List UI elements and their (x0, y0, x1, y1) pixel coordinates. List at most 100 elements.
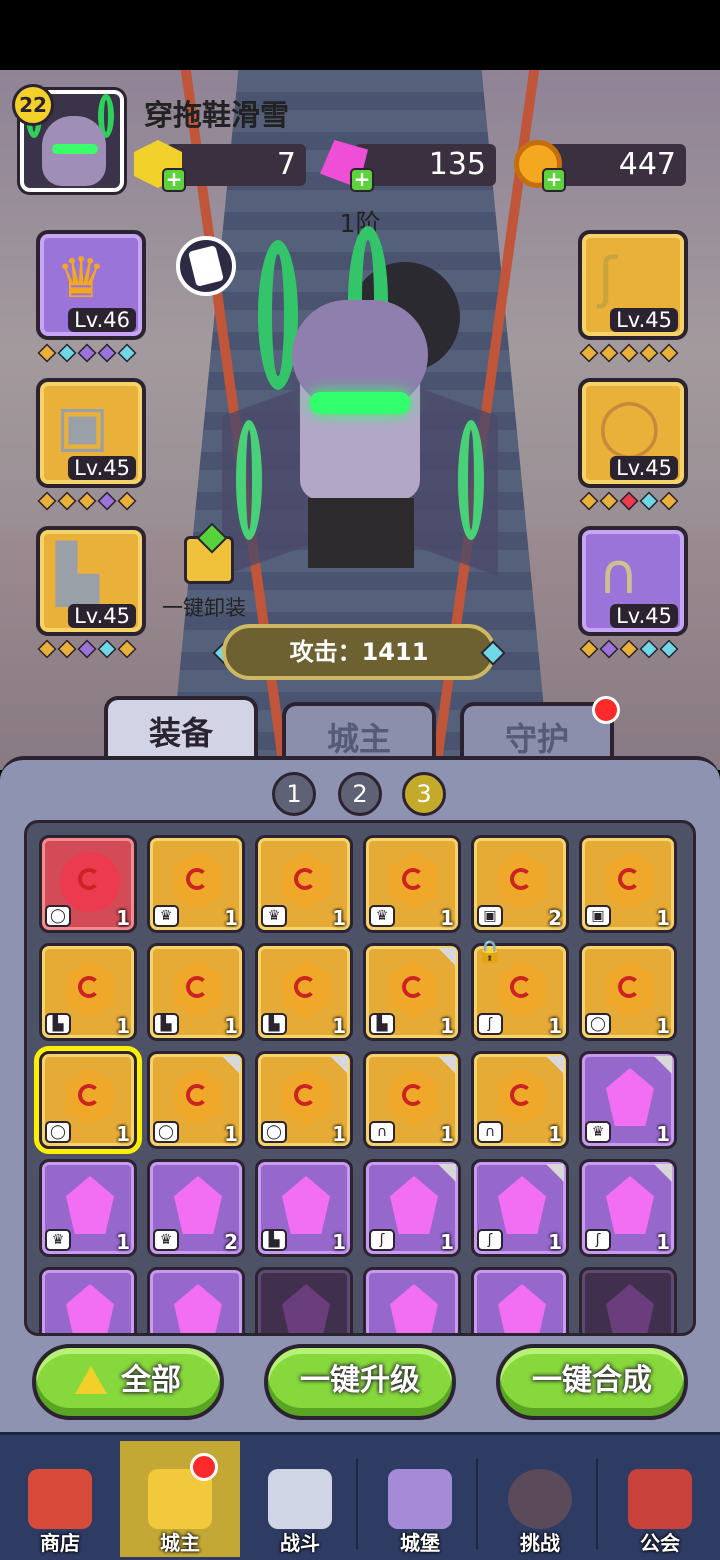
inventory-item[interactable]: ▣ 2 (471, 835, 569, 933)
inventory-item[interactable]: ▙ 1 (363, 943, 461, 1041)
swirl-icon (294, 868, 316, 890)
staff-icon: ʃ (598, 246, 617, 311)
item-count: 1 (332, 1122, 346, 1146)
hero-blade (236, 420, 262, 540)
inventory-item[interactable]: ▙ 1 (147, 943, 245, 1041)
ring-icon: ◯ (153, 1121, 179, 1143)
gem-icon (498, 1176, 546, 1234)
armor-icon: ▣ (477, 905, 503, 927)
inventory-item[interactable]: ∩ 1 (363, 1051, 461, 1149)
swirl-icon (402, 1084, 424, 1106)
hero-eyes (310, 392, 410, 414)
crown-icon: ♛ (56, 246, 107, 311)
add-gold-gem-button[interactable]: + (162, 168, 186, 192)
add-gold-coin-button[interactable]: + (542, 168, 566, 192)
item-count: 1 (224, 906, 238, 930)
gem-icon (498, 1284, 546, 1333)
slot-ring[interactable]: ◯ Lv.45 (578, 378, 688, 488)
slot-staff[interactable]: ʃ Lv.45 (578, 230, 688, 340)
scroll-icon[interactable] (176, 236, 236, 296)
inventory-item[interactable]: ◯ 1 (147, 1051, 245, 1149)
hero-horn (258, 240, 298, 390)
crown-icon: ♛ (153, 905, 179, 927)
inventory-item[interactable]: ◯ 1 (579, 943, 677, 1041)
inventory-item[interactable]: ♛ 1 (579, 1051, 677, 1149)
add-pink-gem-button[interactable]: + (350, 168, 374, 192)
page-3-button[interactable]: 3 (402, 772, 446, 816)
inventory-item[interactable]: ♛ 1 (255, 835, 353, 933)
page-2-button[interactable]: 2 (338, 772, 382, 816)
slot-crown[interactable]: ♛ Lv.46 (36, 230, 146, 340)
slot-boots[interactable]: ▙ Lv.45 (36, 526, 146, 636)
inventory-item[interactable]: ʃ1 (363, 1159, 461, 1257)
item-count: 1 (332, 906, 346, 930)
gem-icon (282, 1284, 330, 1333)
inventory-item[interactable]: ♛ 1 (147, 835, 245, 933)
inventory-item[interactable]: ʃ1 (471, 1159, 569, 1257)
ring-gem-sockets (579, 491, 679, 512)
nav-challenge[interactable]: 挑战 (480, 1441, 600, 1557)
inventory-item[interactable] (255, 1267, 353, 1333)
nav-guild[interactable]: 公会 (600, 1441, 720, 1557)
item-count: 1 (548, 1014, 562, 1038)
swirl-icon (510, 1084, 532, 1106)
swirl-icon (294, 976, 316, 998)
inventory-item[interactable]: ▙ 1 (255, 943, 353, 1041)
inventory-item[interactable]: ▣ 1 (579, 835, 677, 933)
inventory-item[interactable] (147, 1267, 245, 1333)
new-corner-marker (222, 1056, 240, 1074)
unload-all-button[interactable]: 一键卸装 (162, 592, 246, 622)
inventory-item[interactable]: ▙ 1 (39, 943, 137, 1041)
ring-icon: ◯ (585, 1013, 611, 1035)
inventory-item[interactable]: ♛ 1 (39, 1159, 137, 1257)
nav-lord[interactable]: 城主 (120, 1441, 240, 1557)
filter-all-button[interactable]: 全部 (32, 1344, 224, 1420)
page-1-button[interactable]: 1 (272, 772, 316, 816)
item-count: 1 (656, 906, 670, 930)
item-count: 1 (332, 1014, 346, 1038)
status-bar (0, 0, 720, 70)
inventory-item[interactable]: 🔒 ʃ 1 (471, 940, 569, 1041)
armor-icon: ▣ (585, 905, 611, 927)
item-count: 1 (224, 1014, 238, 1038)
inventory-item[interactable] (363, 1267, 461, 1333)
staff-icon: ʃ (369, 1229, 395, 1251)
unload-chest-icon[interactable] (184, 536, 234, 584)
inventory-item[interactable] (39, 1267, 137, 1333)
gem-icon (606, 1068, 654, 1126)
inventory-item[interactable] (471, 1267, 569, 1333)
tab-equipment[interactable]: 装备 (104, 696, 258, 762)
inventory-item[interactable]: ◯ 1 (255, 1051, 353, 1149)
new-corner-marker (546, 1056, 564, 1074)
nav-castle[interactable]: 城堡 (360, 1441, 480, 1557)
inventory-item[interactable]: ♛ 1 (363, 835, 461, 933)
inventory-grid: ◯ 1 ♛ 1 ♛ 1 ♛ 1 ▣ 2 ▣ 1 ▙ 1 ▙ 1 ▙ 1 ▙ 1 🔒 ʃ 1 ◯ 1 ◯ 1 ◯ 1 ◯ 1 ∩ 1 ∩ 1 ♛ 1 ♛ 1 ♛… (24, 820, 696, 1336)
inventory-item[interactable]: ▙ 1 (255, 1159, 353, 1257)
ring-icon: ◯ (261, 1121, 287, 1143)
inventory-item[interactable]: ∩ 1 (471, 1051, 569, 1149)
inventory-item[interactable]: ◯ 1 (39, 1051, 137, 1149)
boot-icon: ▙ (45, 1013, 71, 1035)
upgrade-all-button[interactable]: 一键升级 (264, 1344, 456, 1420)
slot-armor[interactable]: ▣ Lv.45 (36, 378, 146, 488)
swirl-icon (78, 1084, 100, 1106)
inventory-item[interactable]: ♛ 2 (147, 1159, 245, 1257)
item-count: 1 (116, 1230, 130, 1254)
inventory-item[interactable] (579, 1267, 677, 1333)
player-level-badge: 22 (12, 84, 54, 126)
merge-all-button[interactable]: 一键合成 (496, 1344, 688, 1420)
slot-amulet[interactable]: ∩ Lv.45 (578, 526, 688, 636)
nav-shop[interactable]: 商店 (0, 1441, 120, 1557)
new-corner-marker (438, 1056, 456, 1074)
new-corner-marker (438, 1164, 456, 1182)
item-count: 1 (440, 1122, 454, 1146)
item-count: 1 (440, 1014, 454, 1038)
crown-icon: ♛ (369, 905, 395, 927)
banner-icon (628, 1469, 692, 1529)
staff-icon: ʃ (477, 1229, 503, 1251)
inventory-item[interactable]: ʃ1 (579, 1159, 677, 1257)
item-count: 1 (440, 906, 454, 930)
nav-battle[interactable]: 战斗 (240, 1441, 360, 1557)
inventory-item[interactable]: ◯ 1 (39, 835, 137, 933)
new-corner-marker (330, 1056, 348, 1074)
